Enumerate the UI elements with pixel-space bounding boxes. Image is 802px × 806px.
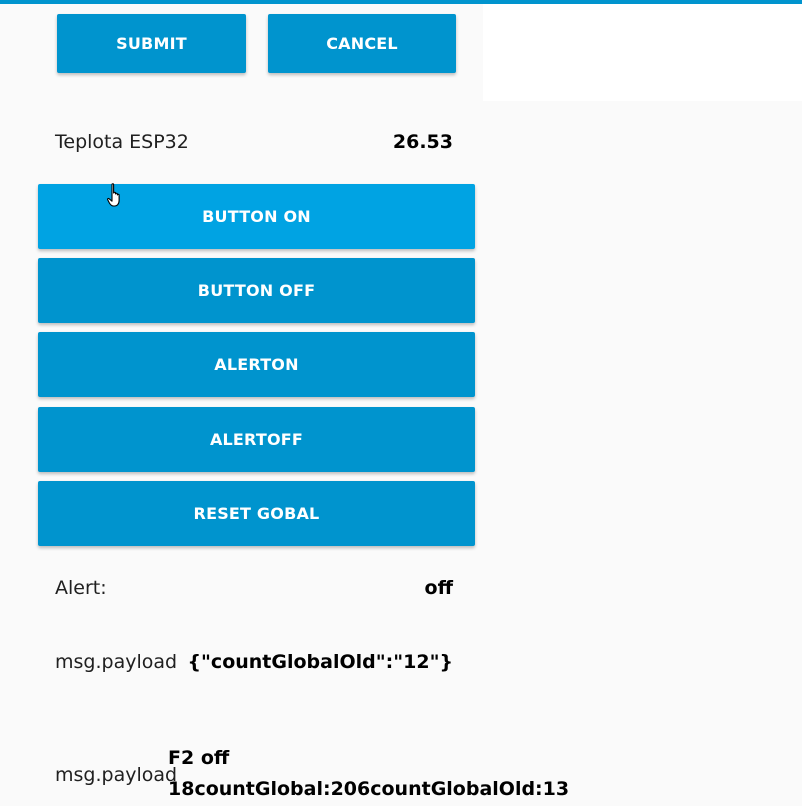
reset-global-button[interactable]: RESET GOBAL [38, 481, 475, 546]
alert-value: off [424, 577, 453, 599]
payload-label: msg.payload [55, 651, 178, 673]
dashboard-panel [38, 4, 475, 806]
payload-value: {"countGlobalOld":"12"} [187, 651, 454, 673]
alert-off-button[interactable]: ALERTOFF [38, 407, 475, 472]
sensor-value: 26.53 [392, 131, 453, 153]
button-off[interactable]: BUTTON OFF [38, 258, 475, 323]
side-card [483, 4, 802, 101]
payload-label-2: msg.payload [55, 764, 178, 786]
alert-on-button[interactable]: ALERTON [38, 332, 475, 397]
submit-button[interactable]: SUBMIT [57, 14, 246, 73]
hand-cursor-icon [107, 183, 120, 207]
payload-value-line-2: 18countGlobal:206countGlobalOld:13 [168, 778, 570, 800]
sensor-label: Teplota ESP32 [55, 131, 189, 153]
button-on[interactable]: BUTTON ON [38, 184, 475, 249]
payload-value-line-1: F2 off [168, 747, 230, 769]
alert-label: Alert: [55, 577, 107, 599]
cancel-button[interactable]: CANCEL [268, 14, 456, 73]
